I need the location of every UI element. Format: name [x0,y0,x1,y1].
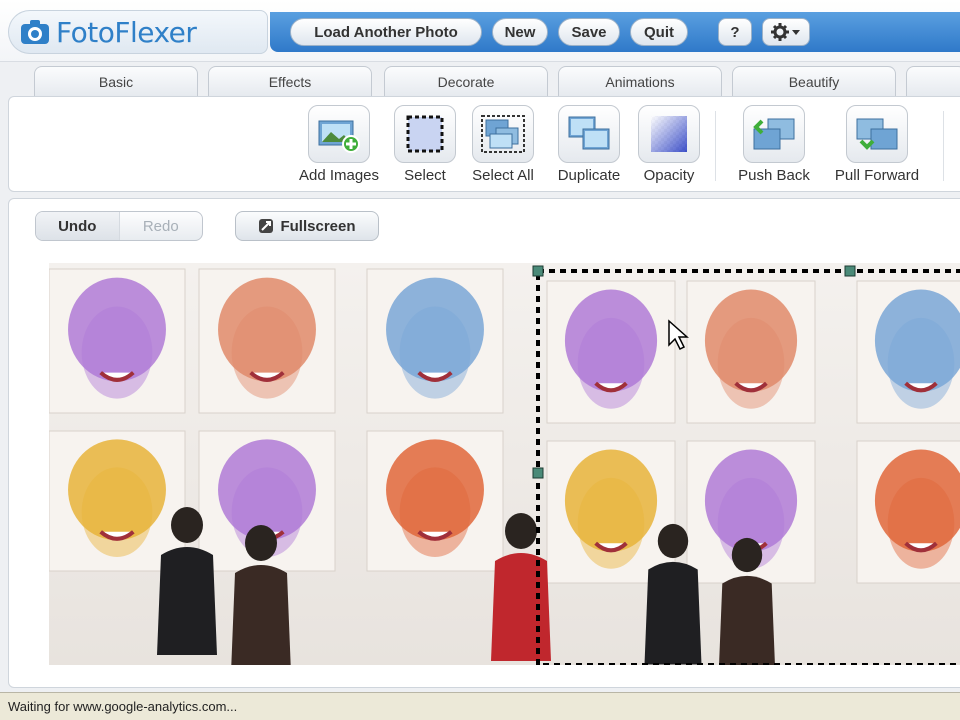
settings-button[interactable] [762,18,810,46]
fullscreen-icon [259,219,274,233]
fullscreen-button[interactable]: Fullscreen [235,211,379,241]
pop-art-photo [49,268,186,414]
tab-effects[interactable]: Effects [208,66,372,96]
opacity-icon [638,105,700,163]
new-button[interactable]: New [492,18,548,46]
duplicate-tool[interactable]: Duplicate [549,105,629,189]
top-action-bar: Load Another Photo New Save Quit ? [270,12,960,52]
logo-text: FotoFlexer [56,15,197,49]
select-tool[interactable]: Select [387,105,463,189]
duplicate-label: Duplicate [557,167,621,184]
opacity-label: Opacity [643,167,695,184]
pull-forward-icon [846,105,908,163]
duplicate-icon [558,105,620,163]
push-back-label: Push Back [738,167,810,184]
quit-button[interactable]: Quit [630,18,688,46]
browser-status-bar: Waiting for www.google-analytics.com... [0,692,960,720]
gear-icon [771,23,800,41]
tab-more[interactable] [906,66,960,96]
pop-art-photo [856,440,960,584]
select-all-tool[interactable]: Select All [465,105,541,189]
photo-canvas[interactable] [49,263,960,665]
add-images-label: Add Images [298,167,380,184]
undo-button[interactable]: Undo [36,212,120,240]
push-back-icon [743,105,805,163]
pull-forward-label: Pull Forward [834,167,920,184]
select-icon [394,105,456,163]
pop-art-photo [546,440,676,584]
pop-art-photo [49,430,186,572]
fullscreen-label: Fullscreen [280,217,356,235]
tab-basic[interactable]: Basic [34,66,198,96]
status-text: Waiting for www.google-analytics.com... [8,699,238,714]
redo-button[interactable]: Redo [120,212,203,240]
save-button[interactable]: Save [558,18,620,46]
pop-art-photo [546,280,676,424]
selection-handle[interactable] [532,265,544,277]
tab-animations[interactable]: Animations [558,66,722,96]
add-images-icon [308,105,370,163]
add-images-tool[interactable]: Add Images [291,105,387,189]
select-all-icon [472,105,534,163]
selection-handle[interactable] [844,265,856,277]
logo: FotoFlexer [8,10,268,54]
pop-art-photo [856,280,960,424]
header: FotoFlexer Load Another Photo New Save Q… [0,0,960,62]
pop-art-photo [366,268,504,414]
chevron-down-icon [792,30,800,35]
camera-icon [21,20,49,44]
pull-forward-tool[interactable]: Pull Forward [827,105,927,189]
help-button[interactable]: ? [718,18,752,46]
editing-canvas-panel: Undo Redo Fullscreen [8,198,960,688]
load-another-photo-button[interactable]: Load Another Photo [290,18,482,46]
toolbar-divider [715,111,716,181]
fotoflexer-app: FotoFlexer Load Another Photo New Save Q… [0,0,960,720]
pop-art-photo [198,268,336,414]
tab-beautify[interactable]: Beautify [732,66,896,96]
pop-art-photo [366,430,504,572]
category-tabs: Basic Effects Decorate Animations Beauti… [0,66,960,96]
tool-panel: Add Images Select Select All Duplicate O… [8,96,960,192]
toolbar-divider [943,111,944,181]
tab-decorate[interactable]: Decorate [384,66,548,96]
undo-redo-group: Undo Redo [35,211,203,241]
select-label: Select [404,167,446,184]
pop-art-photo [686,280,816,424]
select-all-label: Select All [472,167,534,184]
opacity-tool[interactable]: Opacity [633,105,705,189]
push-back-tool[interactable]: Push Back [731,105,817,189]
selection-handle[interactable] [532,467,544,479]
